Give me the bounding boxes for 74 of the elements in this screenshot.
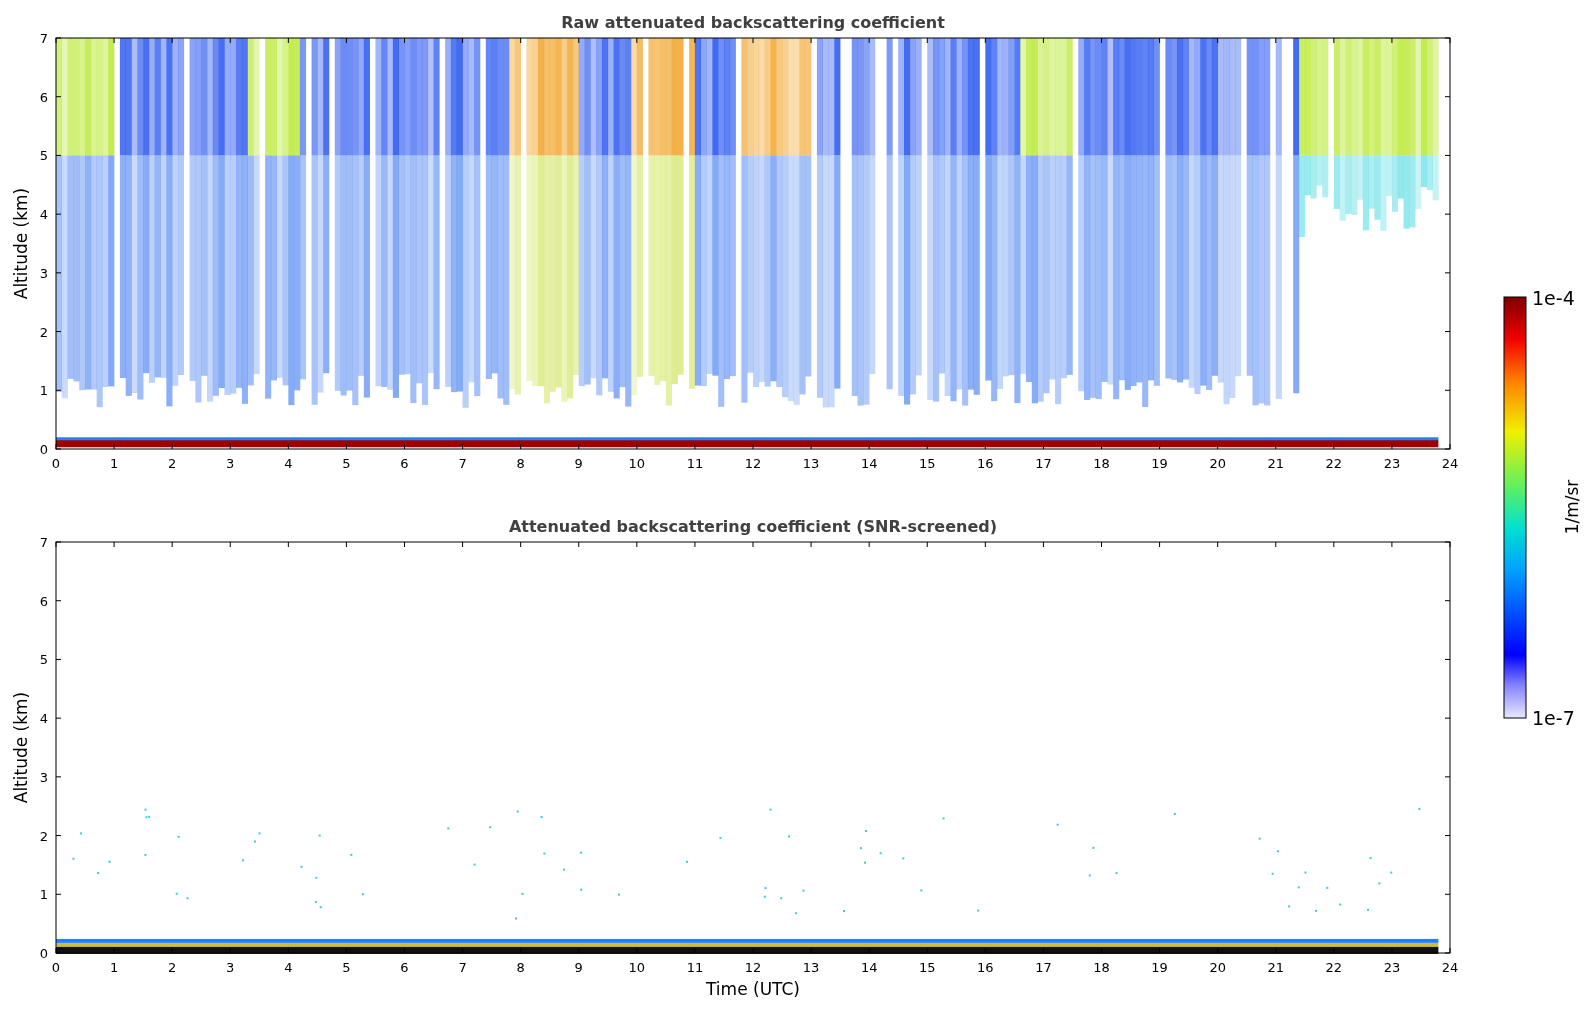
x-tick-label: 23 xyxy=(1383,456,1401,471)
y-tick-label: 5 xyxy=(39,148,48,164)
x-tick-label: 17 xyxy=(1035,960,1052,975)
y-tick-label: 1 xyxy=(39,887,48,903)
x-tick-label: 12 xyxy=(744,960,762,975)
x-tick-label: 8 xyxy=(516,456,525,471)
x-tick-label: 24 xyxy=(1441,456,1459,471)
colorbar-label: 1/m/sr xyxy=(1562,479,1582,535)
x-tick-label: 4 xyxy=(284,960,293,975)
x-tick-label: 0 xyxy=(51,960,61,975)
x-tick-label: 19 xyxy=(1151,960,1168,975)
x-tick-label: 10 xyxy=(628,456,646,471)
x-tick-label: 14 xyxy=(860,456,878,471)
y-tick-label: 4 xyxy=(39,207,48,223)
x-tick-label: 23 xyxy=(1383,960,1401,975)
x-tick-label: 19 xyxy=(1151,456,1168,471)
x-tick-label: 2 xyxy=(168,456,177,471)
x-tick-label: 11 xyxy=(686,456,704,471)
x-tick-label: 13 xyxy=(802,456,820,471)
x-tick-label: 9 xyxy=(574,960,583,975)
x-tick-label: 16 xyxy=(977,960,994,975)
x-tick-label: 5 xyxy=(342,960,351,975)
x-tick-label: 22 xyxy=(1325,456,1343,471)
x-tick-label: 18 xyxy=(1093,456,1110,471)
x-tick-label: 4 xyxy=(284,456,293,471)
y-axis-label: Altitude (km) xyxy=(11,691,31,804)
x-tick-label: 18 xyxy=(1093,960,1110,975)
colorbar-min-label: 1e-7 xyxy=(1532,707,1575,729)
x-tick-label: 2 xyxy=(168,960,177,975)
x-tick-label: 21 xyxy=(1267,960,1284,975)
x-tick-label: 8 xyxy=(516,960,525,975)
y-tick-label: 2 xyxy=(39,324,48,340)
colorbar-max-label: 1e-4 xyxy=(1532,287,1575,309)
x-tick-label: 3 xyxy=(226,456,235,471)
x-tick-label: 7 xyxy=(458,456,467,471)
x-tick-label: 1 xyxy=(109,960,119,975)
x-tick-label: 12 xyxy=(744,456,762,471)
x-tick-label: 15 xyxy=(919,960,936,975)
x-tick-label: 14 xyxy=(860,960,878,975)
plot-title: Attenuated backscattering coefficient (SNR-screened) xyxy=(508,517,998,536)
x-tick-label: 7 xyxy=(458,960,467,975)
x-tick-label: 0 xyxy=(51,456,61,471)
y-axis-label: Altitude (km) xyxy=(11,187,31,300)
y-tick-label: 6 xyxy=(39,89,48,105)
y-tick-label: 7 xyxy=(39,31,48,46)
y-tick-label: 4 xyxy=(39,711,48,727)
x-tick-label: 22 xyxy=(1325,960,1343,975)
x-tick-label: 5 xyxy=(342,456,351,471)
x-tick-label: 6 xyxy=(400,960,409,975)
x-tick-label: 21 xyxy=(1267,456,1284,471)
x-tick-label: 24 xyxy=(1441,960,1459,975)
y-tick-label: 1 xyxy=(39,383,48,399)
y-tick-label: 7 xyxy=(39,535,48,550)
y-tick-label: 2 xyxy=(39,828,48,844)
x-tick-label: 9 xyxy=(574,456,583,471)
x-tick-label: 3 xyxy=(226,960,235,975)
x-tick-label: 10 xyxy=(628,960,646,975)
x-tick-label: 17 xyxy=(1035,456,1052,471)
x-tick-label: 1 xyxy=(109,456,119,471)
x-axis-label: Time (UTC) xyxy=(706,979,800,999)
y-tick-label: 3 xyxy=(39,265,48,281)
x-tick-label: 6 xyxy=(400,456,409,471)
plot-title: Raw attenuated backscattering coefficient xyxy=(561,13,945,32)
y-tick-label: 0 xyxy=(39,946,48,961)
y-tick-label: 3 xyxy=(39,769,48,785)
x-tick-label: 15 xyxy=(919,456,936,471)
x-tick-label: 13 xyxy=(802,960,820,975)
x-tick-label: 20 xyxy=(1209,960,1226,975)
x-tick-label: 20 xyxy=(1209,456,1226,471)
x-tick-label: 16 xyxy=(977,456,994,471)
y-tick-label: 0 xyxy=(39,442,48,457)
y-tick-label: 6 xyxy=(39,593,48,609)
y-tick-label: 5 xyxy=(39,652,48,668)
x-tick-label: 11 xyxy=(686,960,704,975)
